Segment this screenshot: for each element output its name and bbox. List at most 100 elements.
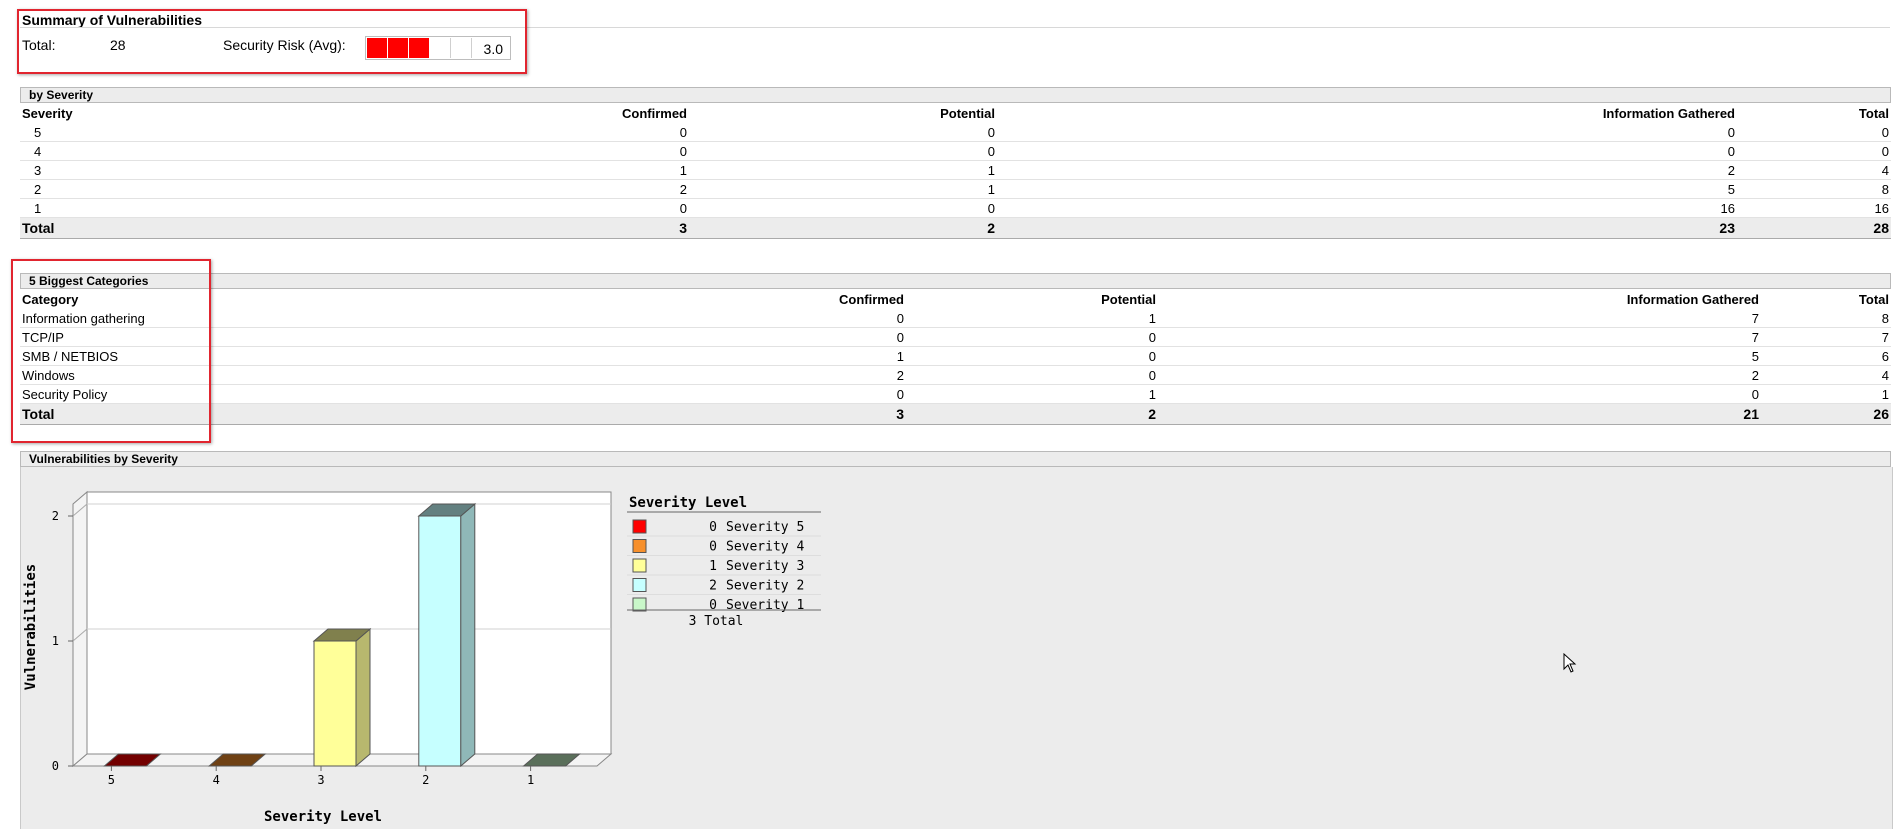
confirmed-cell: 0 bbox=[220, 384, 906, 404]
confirmed-cell: 0 bbox=[72, 198, 689, 218]
legend-count: 0 bbox=[709, 598, 717, 613]
confirmed-cell: 0 bbox=[220, 309, 906, 328]
table-header-row: Severity Confirmed Potential Information… bbox=[20, 104, 1891, 123]
total-cell: 0 bbox=[1737, 123, 1891, 142]
column-header: Confirmed bbox=[622, 106, 687, 121]
table-row: Information gathering 0 1 7 8 bbox=[20, 309, 1891, 328]
table-row: 2 2 1 5 8 bbox=[20, 179, 1891, 199]
severity-cell: 2 bbox=[20, 179, 72, 199]
confirmed-cell: 0 bbox=[72, 141, 689, 161]
categories-table: Category Confirmed Potential Information… bbox=[20, 290, 1891, 425]
table-row: TCP/IP 0 0 7 7 bbox=[20, 327, 1891, 347]
potential-cell: 1 bbox=[906, 309, 1158, 328]
legend-label: Severity 1 bbox=[726, 598, 804, 613]
x-axis-label: Severity Level bbox=[264, 809, 382, 825]
y-axis-label: Vulnerabilities bbox=[23, 564, 39, 690]
table-row: Windows 2 0 2 4 bbox=[20, 365, 1891, 385]
potential-cell: 1 bbox=[689, 179, 997, 199]
table-row: SMB / NETBIOS 1 0 5 6 bbox=[20, 346, 1891, 366]
plot-side-wall bbox=[72, 490, 88, 768]
grand-total: 28 bbox=[1737, 217, 1891, 239]
total-cell: 1 bbox=[1761, 384, 1891, 404]
legend-title: Severity Level bbox=[629, 495, 747, 511]
column-header: Information Gathered bbox=[1626, 292, 1759, 307]
total-cell: 8 bbox=[1737, 179, 1891, 199]
table-header-row: Category Confirmed Potential Information… bbox=[20, 290, 1891, 309]
table-row: 3 1 1 2 4 bbox=[20, 160, 1891, 180]
total-cell: 4 bbox=[1737, 160, 1891, 180]
confirmed-total: 3 bbox=[72, 217, 689, 239]
confirmed-cell: 2 bbox=[72, 179, 689, 199]
table-row: Security Policy 0 1 0 1 bbox=[20, 384, 1891, 404]
severity-bar-chart: 0 1 2 5 4 3 2 1 Vulnerabilities Severity Level… bbox=[23, 490, 821, 825]
x-tick-label: 3 bbox=[317, 773, 324, 787]
potential-cell: 0 bbox=[906, 365, 1158, 385]
legend-count: 1 bbox=[709, 559, 717, 574]
potential-cell: 0 bbox=[906, 346, 1158, 366]
total-cell: 16 bbox=[1737, 198, 1891, 218]
legend-swatch bbox=[632, 558, 647, 573]
confirmed-cell: 2 bbox=[220, 365, 906, 385]
bar-front bbox=[313, 640, 357, 767]
column-header: Potential bbox=[940, 106, 995, 121]
table-row: 1 0 0 16 16 bbox=[20, 198, 1891, 218]
x-tick-label: 2 bbox=[422, 773, 429, 787]
categories-header: 5 Biggest Categories bbox=[20, 273, 1891, 289]
info-gathered-cell: 16 bbox=[997, 198, 1737, 218]
total-cell: 8 bbox=[1761, 309, 1891, 328]
potential-cell: 1 bbox=[906, 384, 1158, 404]
severity-cell: 5 bbox=[20, 123, 72, 142]
total-cell: 0 bbox=[1737, 141, 1891, 161]
grand-total: 26 bbox=[1761, 403, 1891, 425]
potential-cell: 0 bbox=[689, 123, 997, 142]
legend-label: Severity 5 bbox=[726, 520, 804, 535]
info-gathered-total: 21 bbox=[1158, 403, 1761, 425]
info-gathered-cell: 7 bbox=[1158, 309, 1761, 328]
column-header: Total bbox=[1858, 106, 1889, 121]
legend-label: Severity 3 bbox=[726, 559, 804, 574]
total-row-label: Total bbox=[20, 217, 72, 239]
column-header: Severity bbox=[22, 106, 73, 121]
legend-swatch bbox=[632, 539, 647, 553]
bar-side bbox=[355, 627, 371, 768]
total-cell: 4 bbox=[1761, 365, 1891, 385]
potential-total: 2 bbox=[689, 217, 997, 239]
x-tick-label: 4 bbox=[213, 773, 220, 787]
legend-swatch bbox=[632, 519, 647, 534]
severity-cell: 1 bbox=[20, 198, 72, 218]
confirmed-total: 3 bbox=[220, 403, 906, 425]
info-gathered-cell: 5 bbox=[1158, 346, 1761, 366]
potential-cell: 1 bbox=[689, 160, 997, 180]
column-header: Information Gathered bbox=[1602, 106, 1735, 121]
info-gathered-cell: 0 bbox=[997, 141, 1737, 161]
confirmed-cell: 1 bbox=[220, 346, 906, 366]
info-gathered-cell: 5 bbox=[997, 179, 1737, 199]
chart-section-header: Vulnerabilities by Severity bbox=[20, 451, 1891, 467]
info-gathered-cell: 0 bbox=[997, 123, 1737, 142]
info-gathered-cell: 7 bbox=[1158, 327, 1761, 347]
potential-cell: 0 bbox=[689, 141, 997, 161]
by-severity-header: by Severity bbox=[20, 87, 1891, 103]
legend-label: Severity 2 bbox=[726, 579, 804, 594]
legend-label: Severity 4 bbox=[726, 540, 804, 555]
y-tick-label: 1 bbox=[52, 634, 59, 648]
severity-table: Severity Confirmed Potential Information… bbox=[20, 104, 1891, 239]
table-total-row: Total 3 2 23 28 bbox=[20, 217, 1891, 239]
legend-swatch bbox=[632, 578, 647, 592]
column-header: Confirmed bbox=[839, 292, 904, 307]
mouse-cursor-icon bbox=[1563, 653, 1577, 673]
table-row: 4 0 0 0 0 bbox=[20, 141, 1891, 161]
total-cell: 6 bbox=[1761, 346, 1891, 366]
highlight-box-summary bbox=[17, 9, 527, 74]
total-cell: 7 bbox=[1761, 327, 1891, 347]
potential-total: 2 bbox=[906, 403, 1158, 425]
column-header: Total bbox=[1858, 292, 1889, 307]
legend-count: 2 bbox=[709, 579, 717, 594]
confirmed-cell: 0 bbox=[220, 327, 906, 347]
bar-front bbox=[418, 515, 462, 767]
legend-count: 0 bbox=[709, 520, 717, 535]
severity-cell: 4 bbox=[20, 141, 72, 161]
legend-count: 0 bbox=[709, 540, 717, 555]
chart-panel: 0 1 2 5 4 3 2 1 Vulnerabilities Severity Level… bbox=[20, 467, 1893, 829]
info-gathered-cell: 2 bbox=[1158, 365, 1761, 385]
